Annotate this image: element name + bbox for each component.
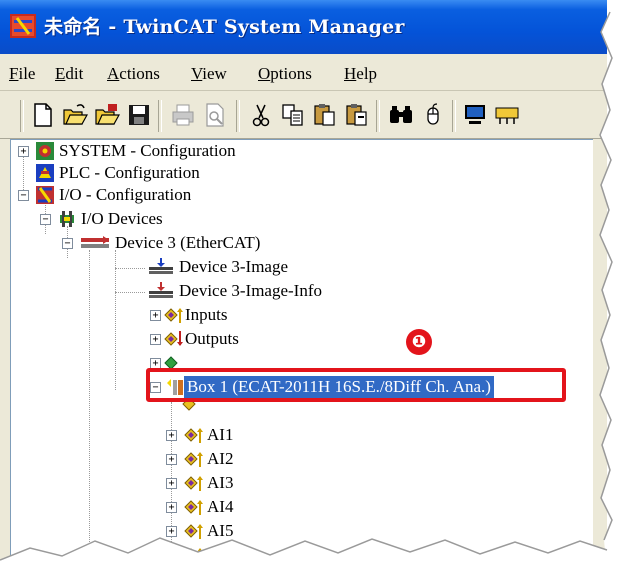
io-config-icon [36,186,54,204]
analog-input-icon [184,452,203,467]
tree-node-label: Device 3 (EtherCAT) [115,233,261,252]
expand-icon[interactable]: + [18,146,29,157]
tree-node-device-3[interactable]: − Device 3 (EtherCAT) [11,232,431,254]
ethercat-device-icon [81,236,109,248]
tree-node-label: Outputs [185,329,239,348]
tree-node-ai6[interactable]: + AI6 [11,544,311,566]
open-remote-icon[interactable] [94,102,120,128]
expand-icon[interactable]: + [150,334,161,345]
tree-node-label: AI4 [207,497,234,516]
collapse-icon[interactable]: − [62,238,73,249]
step-badge: ❶ [406,329,432,355]
tree-node-label: AI2 [207,449,234,468]
tree-node-ai5[interactable]: + AI5 [11,520,311,542]
analog-input-icon [184,500,203,515]
tree-node-label: SYSTEM - Configuration [59,141,236,160]
tree-node-label: PLC - Configuration [59,163,200,182]
toolbar-grip [20,100,24,132]
expand-icon[interactable]: + [150,310,161,321]
highlight-box [146,368,566,402]
tree-node-label: I/O Devices [81,209,163,228]
window-title: 未命名 - TwinCAT System Manager [44,16,405,38]
monitor-icon[interactable] [462,102,488,128]
tree-node-io-config[interactable]: − I/O - Configuration [11,184,411,206]
collapse-icon[interactable]: − [40,214,51,225]
expand-icon[interactable]: + [166,526,177,537]
print-preview-icon[interactable] [202,102,228,128]
tree-node-ai4[interactable]: + AI4 [11,496,311,518]
tree-node-ai3[interactable]: + AI3 [11,472,311,494]
process-image-icon [149,258,173,274]
new-file-icon[interactable] [30,102,56,128]
tree-node-system[interactable]: + SYSTEM - Configuration [11,140,411,162]
tree-node-label: AI6 [207,545,234,564]
toolbar-separator [452,100,456,132]
expand-icon[interactable]: + [166,550,177,561]
tree-node-label: AI5 [207,521,234,540]
tree-node-io-devices[interactable]: − I/O Devices [11,208,411,230]
tree-node-label: Device 3-Image [179,257,289,276]
tree-node-ai1[interactable]: + AI1 [11,424,311,446]
analog-input-icon [184,524,203,539]
collapse-icon[interactable]: − [18,190,29,201]
analog-input-icon [184,548,203,563]
tree-node-device-3-image-info[interactable]: Device 3-Image-Info [11,280,431,302]
pane-splitter[interactable] [594,139,607,566]
paste-with-links-icon[interactable] [344,102,370,128]
menu-options[interactable]: Options [258,64,312,84]
tree-node-label: I/O - Configuration [59,185,192,204]
copy-icon[interactable] [280,102,306,128]
menu-bar: File Edit Actions View Options Help [0,58,607,91]
print-icon[interactable] [170,102,196,128]
expand-icon[interactable]: + [166,502,177,513]
expand-icon[interactable]: + [166,478,177,489]
open-folder-icon[interactable] [62,102,88,128]
tree-node-label: Inputs [185,305,228,324]
find-icon[interactable] [388,102,414,128]
toolbar-separator [236,100,240,132]
tree-node-label: AI3 [207,473,234,492]
process-image-info-icon [149,282,173,298]
outputs-icon [164,331,183,346]
expand-icon[interactable]: + [166,454,177,465]
network-icon[interactable] [494,102,520,128]
inputs-icon [164,308,183,323]
system-config-icon [36,142,54,160]
menu-help[interactable]: Help [344,64,377,84]
tree-node-ai2[interactable]: + AI2 [11,448,311,470]
tree-node-label: Device 3-Image-Info [179,281,323,300]
io-devices-icon [60,211,74,227]
expand-icon[interactable]: + [166,430,177,441]
title-bar[interactable]: 未命名 - TwinCAT System Manager [0,0,607,54]
menu-edit[interactable]: Edit [55,64,83,84]
tree-node-device-3-image[interactable]: Device 3-Image [11,256,431,278]
twincat-app-icon [10,14,36,38]
analog-input-icon [182,402,196,411]
mouse-icon[interactable] [420,102,446,128]
tree-node-inputs[interactable]: + Inputs [11,304,431,326]
analog-input-icon [184,476,203,491]
configuration-tree[interactable]: + SYSTEM - Configuration PLC - Configura… [10,139,593,566]
menu-file[interactable]: File [9,64,35,84]
save-icon[interactable] [126,102,152,128]
toolbar [0,92,607,139]
toolbar-separator [376,100,380,132]
toolbar-separator [158,100,162,132]
tree-node-plc[interactable]: PLC - Configuration [11,162,411,184]
tree-node-outputs[interactable]: + Outputs [11,328,431,350]
tree-node-label: AI1 [207,425,234,444]
tree-node-ai0[interactable] [11,402,251,414]
menu-actions[interactable]: Actions [107,64,160,84]
cut-icon[interactable] [248,102,274,128]
app-window: 未命名 - TwinCAT System Manager File Edit A… [0,0,607,566]
plc-config-icon [36,164,54,182]
paste-icon[interactable] [312,102,338,128]
menu-view[interactable]: View [191,64,227,84]
analog-input-icon [184,428,203,443]
